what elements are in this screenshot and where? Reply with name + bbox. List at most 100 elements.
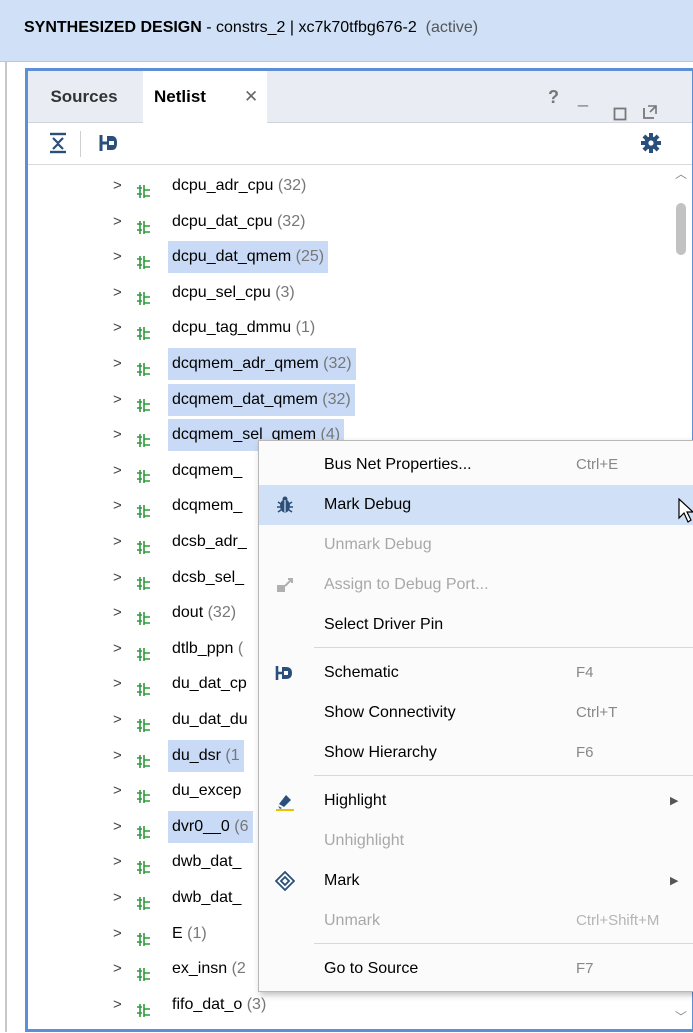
scrollbar-thumb[interactable]: [676, 203, 686, 255]
net-name: dtlb_ppn: [172, 639, 234, 657]
collapse-all-icon[interactable]: [48, 131, 68, 160]
menu-item-highlight[interactable]: Highlight ▶: [259, 781, 693, 821]
menu-item-shortcut: F7: [576, 960, 594, 977]
net-name: dcsb_sel_: [172, 568, 245, 586]
net-label: du_dat_du: [168, 704, 252, 736]
tree-row[interactable]: > dcpu_tag_dmmu (1): [28, 310, 648, 346]
expand-chevron-icon[interactable]: >: [113, 524, 122, 560]
submenu-arrow-icon: ▶: [670, 875, 679, 887]
tab-sources[interactable]: Sources: [28, 71, 140, 123]
menu-item-label: Assign to Debug Port...: [324, 576, 489, 593]
net-width: (: [233, 639, 244, 657]
net-label: dcpu_adr_cpu (32): [168, 170, 310, 202]
expand-chevron-icon[interactable]: >: [113, 702, 122, 738]
menu-item-unhighlight: Unhighlight: [259, 821, 693, 861]
expand-chevron-icon[interactable]: >: [113, 916, 122, 952]
net-width: (3): [242, 995, 267, 1013]
expand-chevron-icon[interactable]: >: [113, 987, 122, 1023]
expand-chevron-icon[interactable]: >: [113, 488, 122, 524]
net-name: dcpu_dat_cpu: [172, 212, 273, 230]
expand-chevron-icon[interactable]: >: [113, 844, 122, 880]
net-label: ex_insn (2: [168, 953, 250, 985]
net-name: dcqmem_dat_qmem: [172, 390, 318, 408]
expand-chevron-icon[interactable]: >: [113, 951, 122, 987]
tree-row[interactable]: > dcpu_dat_qmem (25): [28, 239, 648, 275]
window-title-bar: SYNTHESIZED DESIGN - constrs_2 | xc7k70t…: [0, 0, 693, 62]
expand-chevron-icon[interactable]: >: [113, 275, 122, 311]
tree-row[interactable]: > dcqmem_adr_qmem (32): [28, 346, 648, 382]
menu-item-bus-net-properties[interactable]: Bus Net Properties... Ctrl+E: [259, 445, 693, 485]
net-name: du_excep: [172, 782, 242, 800]
tab-netlist-label: Netlist: [154, 87, 206, 106]
menu-separator: [314, 943, 693, 944]
menu-item-label: Highlight: [324, 792, 387, 809]
menu-item-mark-debug[interactable]: Mark Debug: [259, 485, 693, 525]
help-icon[interactable]: ?: [548, 71, 559, 123]
net-name: dcpu_sel_cpu: [172, 283, 271, 301]
float-icon[interactable]: [642, 88, 658, 119]
net-label: dout (32): [168, 597, 240, 629]
expand-chevron-icon[interactable]: >: [113, 595, 122, 631]
expand-chevron-icon[interactable]: >: [113, 382, 122, 418]
expand-chevron-icon[interactable]: >: [113, 310, 122, 346]
expand-chevron-icon[interactable]: >: [113, 168, 122, 204]
menu-item-shortcut: F4: [576, 664, 594, 681]
mouse-cursor-icon: [678, 497, 693, 529]
menu-item-mark[interactable]: Mark ▶: [259, 861, 693, 901]
net-name: dcqmem_: [172, 497, 243, 515]
net-width: (32): [318, 355, 352, 372]
expand-chevron-icon[interactable]: >: [113, 738, 122, 774]
expand-chevron-icon[interactable]: >: [113, 809, 122, 845]
menu-item-label: Unmark: [324, 912, 381, 929]
menu-item-shortcut: Ctrl+T: [576, 704, 618, 721]
menu-item-schematic[interactable]: Schematic F4: [259, 653, 693, 693]
menu-item-assign-to-debug-port: Assign to Debug Port...: [259, 565, 693, 605]
close-tab-icon[interactable]: ✕: [244, 71, 258, 123]
expand-chevron-icon[interactable]: >: [113, 560, 122, 596]
net-width: (1): [291, 319, 316, 337]
expand-chevron-icon[interactable]: >: [113, 346, 122, 382]
net-width: (3): [270, 283, 295, 301]
minimize-icon[interactable]: _: [578, 71, 588, 123]
expand-chevron-icon[interactable]: >: [113, 417, 122, 453]
net-name: dcsb_adr_: [172, 533, 247, 550]
menu-item-show-hierarchy[interactable]: Show Hierarchy F6: [259, 733, 693, 773]
tree-row[interactable]: > dcpu_sel_cpu (3): [28, 275, 648, 311]
window-title: SYNTHESIZED DESIGN - constrs_2 | xc7k70t…: [24, 19, 479, 36]
menu-item-show-connectivity[interactable]: Show Connectivity Ctrl+T: [259, 693, 693, 733]
expand-chevron-icon[interactable]: >: [113, 880, 122, 916]
expand-chevron-icon[interactable]: >: [113, 773, 122, 809]
tree-row[interactable]: > dcpu_adr_cpu (32): [28, 168, 648, 204]
schematic-icon[interactable]: [98, 131, 120, 160]
net-label: dcqmem_: [168, 490, 246, 522]
tree-row[interactable]: > dcpu_dat_cpu (32): [28, 204, 648, 240]
gear-icon[interactable]: [640, 131, 662, 160]
net-label: dvr0__0 (6: [168, 810, 253, 843]
scroll-up-icon[interactable]: ︿: [675, 165, 687, 182]
menu-separator: [314, 775, 693, 776]
expand-chevron-icon[interactable]: >: [113, 204, 122, 240]
net-width: (32): [272, 212, 306, 230]
menu-item-select-driver-pin[interactable]: Select Driver Pin: [259, 605, 693, 645]
net-label: du_dat_cp: [168, 668, 251, 700]
net-label: dcpu_sel_cpu (3): [168, 277, 299, 309]
menu-item-label: Mark: [324, 872, 360, 889]
maximize-icon[interactable]: [613, 89, 627, 121]
expand-chevron-icon[interactable]: >: [113, 631, 122, 667]
net-width: (32): [273, 177, 307, 194]
menu-item-unmark: Unmark Ctrl+Shift+M: [259, 901, 693, 941]
tree-row[interactable]: > fifo_dat_o (3): [28, 987, 648, 1023]
menu-item-label: Go to Source: [324, 960, 419, 977]
bus-net-icon: [135, 997, 151, 1033]
tab-netlist[interactable]: Netlist ✕: [143, 71, 267, 123]
net-name: E: [172, 924, 183, 942]
scroll-down-icon[interactable]: ﹀: [675, 1008, 687, 1025]
expand-chevron-icon[interactable]: >: [113, 239, 122, 275]
tree-row[interactable]: > dcqmem_dat_qmem (32): [28, 382, 648, 418]
menu-item-go-to-source[interactable]: Go to Source F7: [259, 949, 693, 989]
net-width: (2: [227, 960, 246, 978]
net-label: dcqmem_: [168, 455, 246, 487]
expand-chevron-icon[interactable]: >: [113, 666, 122, 702]
expand-chevron-icon[interactable]: >: [113, 453, 122, 489]
menu-item-label: Show Hierarchy: [324, 744, 437, 761]
